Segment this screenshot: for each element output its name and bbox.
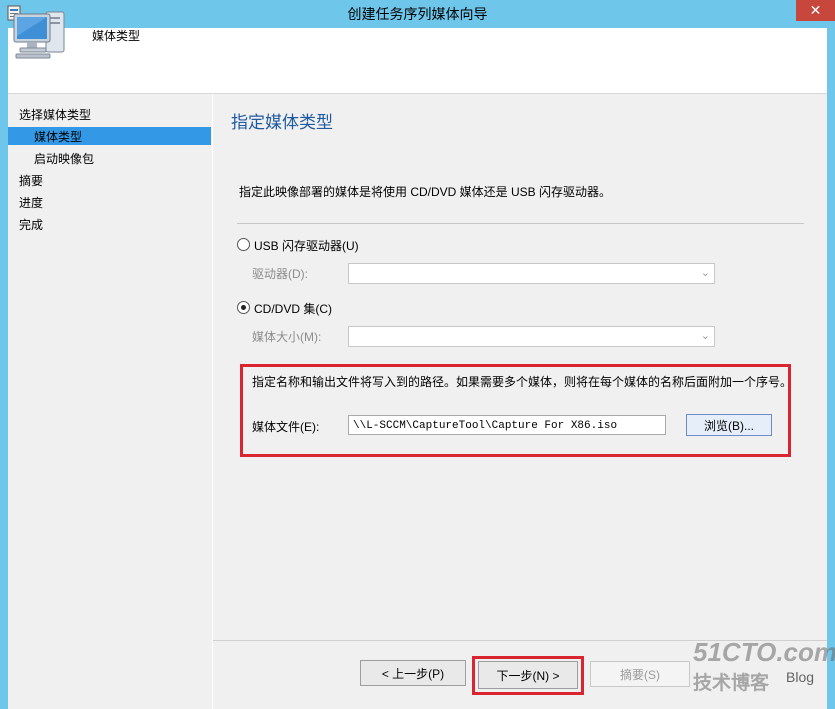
next-highlight-box: [472, 656, 584, 695]
close-button[interactable]: ✕: [796, 0, 835, 21]
cd-dvd-radio[interactable]: [237, 301, 250, 314]
previous-button[interactable]: < 上一步(P): [360, 660, 466, 686]
cd-dvd-radio-label[interactable]: CD/DVD 集(C): [254, 300, 332, 317]
summary-button[interactable]: 摘要(S): [590, 661, 690, 687]
watermark-logo: 51CTO.com: [693, 637, 835, 667]
watermark-text: 技术博客: [693, 673, 770, 694]
chevron-down-icon: ⌄: [700, 330, 710, 342]
page-description: 指定此映像部署的媒体是将使用 CD/DVD 媒体还是 USB 闪存驱动器。: [239, 185, 612, 199]
media-size-label: 媒体大小(M):: [252, 330, 322, 344]
radio-selected-dot: [241, 305, 246, 310]
highlight-box: [240, 364, 791, 457]
computer-icon: [12, 8, 68, 60]
usb-radio-label[interactable]: USB 闪存驱动器(U): [254, 237, 359, 254]
usb-radio[interactable]: [237, 238, 250, 251]
divider: [237, 223, 804, 224]
drive-dropdown[interactable]: ⌄: [348, 263, 715, 284]
nav-item-summary[interactable]: 摘要: [19, 172, 43, 190]
chevron-down-icon: ⌄: [700, 267, 710, 279]
watermark-blog: Blog: [786, 669, 815, 685]
nav-item-progress[interactable]: 进度: [19, 194, 43, 212]
nav-item-media-type[interactable]: 媒体类型: [34, 128, 82, 146]
page-heading: 指定媒体类型: [231, 113, 333, 132]
window-title: 创建任务序列媒体向导: [347, 6, 488, 22]
drive-label: 驱动器(D):: [252, 267, 308, 281]
header-title: 媒体类型: [92, 29, 141, 43]
nav-item-boot-image[interactable]: 启动映像包: [34, 150, 94, 168]
nav-item-completion[interactable]: 完成: [19, 216, 43, 234]
nav-item-select-media-type[interactable]: 选择媒体类型: [19, 106, 91, 124]
media-size-dropdown[interactable]: ⌄: [348, 326, 715, 347]
